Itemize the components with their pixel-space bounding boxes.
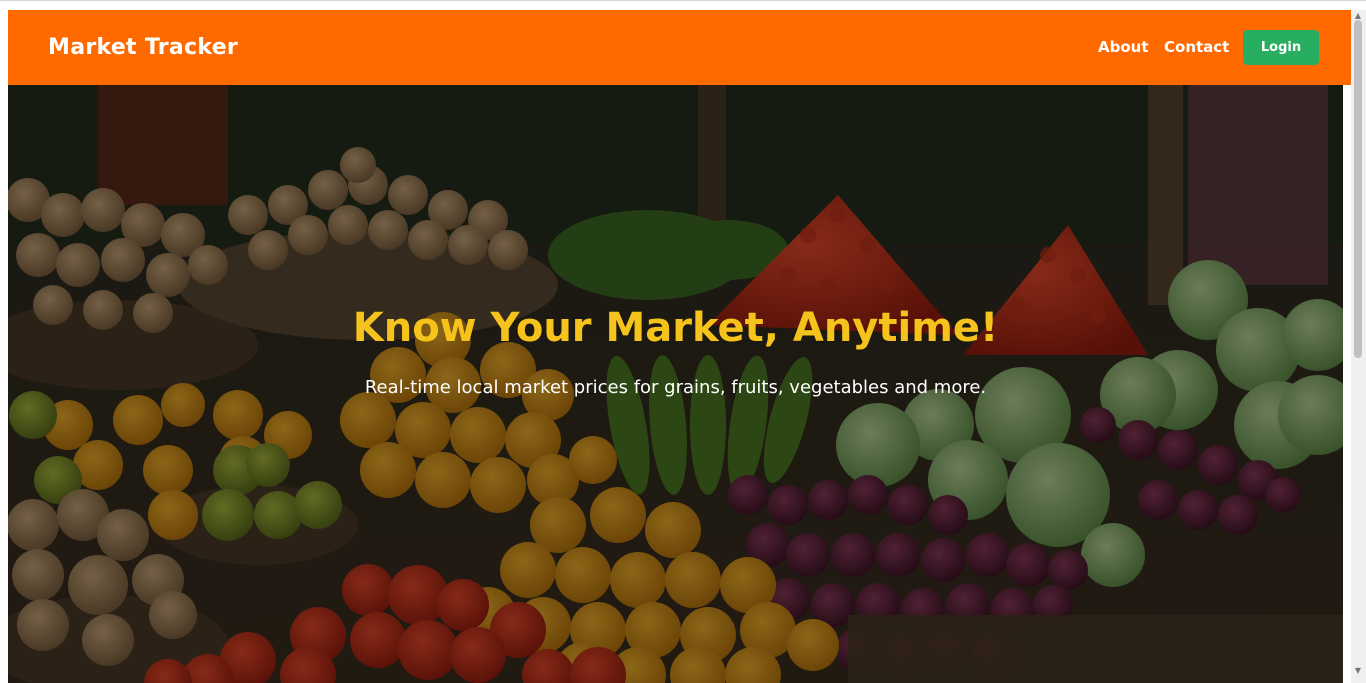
nav-link-about[interactable]: About [1098,38,1149,56]
hero-title: Know Your Market, Anytime! [352,305,999,351]
scroll-up-arrow-icon[interactable]: ▲ [1354,12,1362,20]
nav-link-contact[interactable]: Contact [1164,38,1229,56]
scroll-down-arrow-icon[interactable]: ▼ [1354,667,1362,675]
login-button[interactable]: Login [1243,30,1319,65]
hero-section: Know Your Market, Anytime! Real-time loc… [8,85,1343,683]
browser-top-edge [0,0,1366,10]
navbar: Market Tracker About Contact Login [8,10,1351,85]
hero-subtitle: Real-time local market prices for grains… [364,377,987,398]
scrollbar-thumb[interactable] [1354,20,1362,358]
page-viewport: Market Tracker About Contact Login Know … [8,10,1351,683]
brand-logo[interactable]: Market Tracker [48,35,238,60]
